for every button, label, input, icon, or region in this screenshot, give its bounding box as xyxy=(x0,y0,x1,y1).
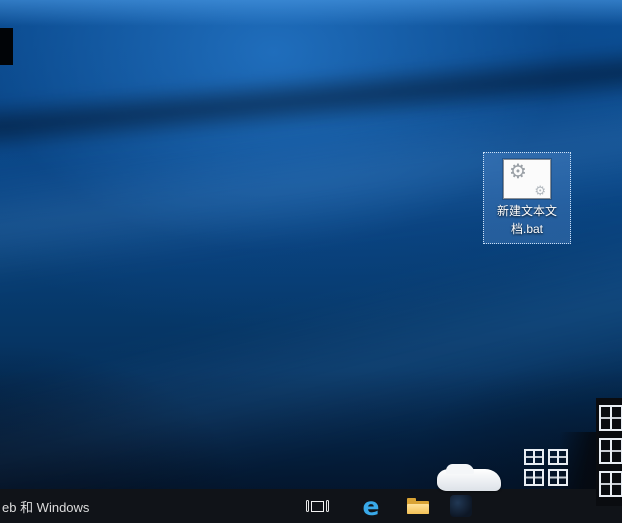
partial-app-icon xyxy=(450,495,472,517)
window-frame xyxy=(599,405,622,431)
icon-label-line2: 档.bat xyxy=(511,222,543,236)
folder-icon xyxy=(407,498,429,514)
task-view-icon xyxy=(306,500,329,512)
edge-icon: e xyxy=(363,494,380,519)
taskbar: eb 和 Windows e xyxy=(0,489,622,523)
window-frame xyxy=(524,469,544,486)
white-artifact xyxy=(437,469,501,491)
batch-file-icon: ⚙ ⚙ xyxy=(503,159,551,199)
window-frame xyxy=(548,469,568,486)
file-explorer-button[interactable] xyxy=(396,489,440,523)
taskbar-search-box[interactable]: eb 和 Windows xyxy=(2,489,89,523)
window-frame xyxy=(599,438,622,464)
task-view-button[interactable] xyxy=(295,489,339,523)
top-left-artifact xyxy=(0,28,13,65)
desktop-wallpaper[interactable] xyxy=(0,0,622,523)
screen: ⚙ ⚙ 新建文本文 档.bat eb 和 Windows e xyxy=(0,0,622,523)
partial-app-button[interactable] xyxy=(439,489,483,523)
task-view-icon-main xyxy=(311,501,324,512)
edge-button[interactable]: e xyxy=(349,489,393,523)
window-frame xyxy=(599,471,622,497)
window-frame xyxy=(524,449,544,465)
desktop-icon-new-text-document-bat[interactable]: ⚙ ⚙ 新建文本文 档.bat xyxy=(483,152,571,244)
gear-icon: ⚙ xyxy=(509,162,527,182)
right-edge-dark-strip xyxy=(596,398,622,506)
gear-icon-small: ⚙ xyxy=(534,184,546,197)
folder-icon-front xyxy=(407,504,429,514)
task-view-icon-side xyxy=(326,500,329,512)
task-view-icon-side xyxy=(306,500,309,512)
desktop-icon-label: 新建文本文 档.bat xyxy=(486,202,568,238)
icon-label-line1: 新建文本文 xyxy=(497,204,557,218)
window-frame xyxy=(548,449,568,465)
window-frames-cluster xyxy=(524,449,570,489)
